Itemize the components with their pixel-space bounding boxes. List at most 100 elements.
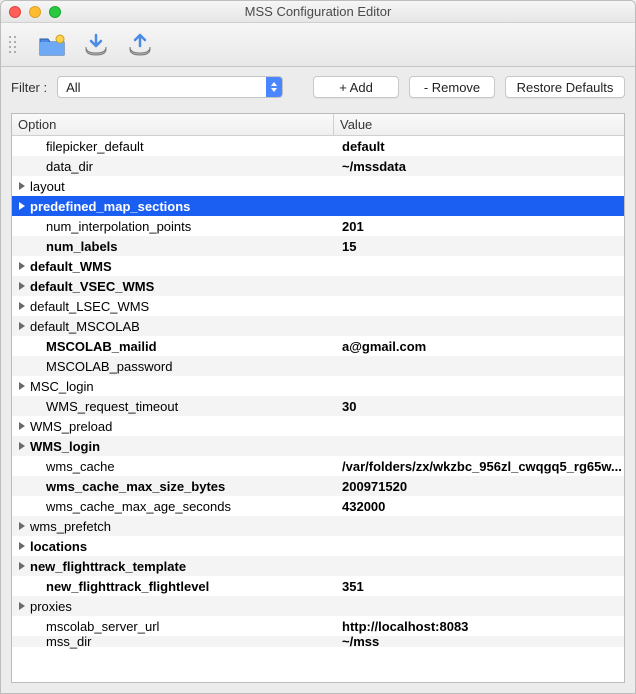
tree-rows: filepicker_defaultdefaultdata_dir~/mssda… bbox=[12, 136, 624, 682]
cell-option: num_interpolation_points bbox=[12, 219, 334, 234]
disclosure-triangle-icon[interactable] bbox=[16, 421, 28, 431]
column-header-value[interactable]: Value bbox=[334, 114, 624, 135]
tree-row[interactable]: wms_cache/var/folders/zx/wkzbc_956zl_cwq… bbox=[12, 456, 624, 476]
disclosure-triangle-icon[interactable] bbox=[16, 561, 28, 571]
disclosure-triangle-icon[interactable] bbox=[16, 281, 28, 291]
toolbar bbox=[1, 23, 635, 67]
close-window-button[interactable] bbox=[9, 6, 21, 18]
tree-row[interactable]: MSC_login bbox=[12, 376, 624, 396]
value-label: 351 bbox=[334, 579, 624, 594]
import-icon[interactable] bbox=[82, 31, 110, 59]
disclosure-triangle-icon[interactable] bbox=[16, 181, 28, 191]
option-label: num_labels bbox=[46, 239, 118, 254]
tree-row[interactable]: WMS_request_timeout30 bbox=[12, 396, 624, 416]
cell-option: wms_prefetch bbox=[12, 519, 334, 534]
tree-row[interactable]: default_LSEC_WMS bbox=[12, 296, 624, 316]
tree-row[interactable]: new_flighttrack_flightlevel 351 bbox=[12, 576, 624, 596]
cell-option: MSC_login bbox=[12, 379, 334, 394]
tree-row[interactable]: layout bbox=[12, 176, 624, 196]
tree-row[interactable]: default_WMS bbox=[12, 256, 624, 276]
cell-option: wms_cache bbox=[12, 459, 334, 474]
option-label: mscolab_server_url bbox=[46, 619, 159, 634]
option-label: WMS_login bbox=[30, 439, 100, 454]
tree-row[interactable]: WMS_preload bbox=[12, 416, 624, 436]
tree-row[interactable]: default_VSEC_WMS bbox=[12, 276, 624, 296]
tree-row[interactable]: wms_cache_max_age_seconds432000 bbox=[12, 496, 624, 516]
tree-row[interactable]: predefined_map_sections bbox=[12, 196, 624, 216]
disclosure-triangle-icon[interactable] bbox=[16, 381, 28, 391]
add-button[interactable]: + Add bbox=[313, 76, 399, 98]
filter-select[interactable]: All bbox=[57, 76, 283, 98]
value-label: 200971520 bbox=[334, 479, 624, 494]
value-label: /var/folders/zx/wkzbc_956zl_cwqgq5_rg65w… bbox=[334, 459, 624, 474]
folder-new-icon[interactable] bbox=[38, 31, 66, 59]
cell-option: default_VSEC_WMS bbox=[12, 279, 334, 294]
tree-row[interactable]: MSCOLAB_password bbox=[12, 356, 624, 376]
disclosure-triangle-icon[interactable] bbox=[16, 301, 28, 311]
minimize-window-button[interactable] bbox=[29, 6, 41, 18]
option-label: WMS_preload bbox=[30, 419, 112, 434]
disclosure-triangle-icon[interactable] bbox=[16, 541, 28, 551]
cell-option: WMS_login bbox=[12, 439, 334, 454]
option-label: default_VSEC_WMS bbox=[30, 279, 154, 294]
cell-option: wms_cache_max_age_seconds bbox=[12, 499, 334, 514]
traffic-lights bbox=[1, 6, 61, 18]
filter-row: Filter : All + Add - Remove Restore Defa… bbox=[1, 67, 635, 107]
option-label: wms_prefetch bbox=[30, 519, 111, 534]
tree-row[interactable]: data_dir ~/mssdata bbox=[12, 156, 624, 176]
remove-button[interactable]: - Remove bbox=[409, 76, 495, 98]
app-window: MSS Configuration Editor Filte bbox=[0, 0, 636, 694]
option-label: filepicker_default bbox=[46, 139, 144, 154]
disclosure-triangle-icon[interactable] bbox=[16, 441, 28, 451]
disclosure-triangle-icon[interactable] bbox=[16, 201, 28, 211]
cell-option: data_dir bbox=[12, 159, 334, 174]
tree-row[interactable]: wms_prefetch bbox=[12, 516, 624, 536]
tree-row[interactable]: MSCOLAB_mailida@gmail.com bbox=[12, 336, 624, 356]
tree-row[interactable]: default_MSCOLAB bbox=[12, 316, 624, 336]
chevron-up-down-icon bbox=[266, 77, 282, 97]
disclosure-triangle-icon[interactable] bbox=[16, 261, 28, 271]
option-label: wms_cache_max_age_seconds bbox=[46, 499, 231, 514]
tree-row[interactable]: mss_dir~/mss bbox=[12, 636, 624, 647]
toolbar-handle-icon bbox=[9, 36, 16, 53]
cell-option: wms_cache_max_size_bytes bbox=[12, 479, 334, 494]
cell-option: default_MSCOLAB bbox=[12, 319, 334, 334]
config-tree: Option Value filepicker_defaultdefaultda… bbox=[11, 113, 625, 683]
disclosure-triangle-icon[interactable] bbox=[16, 521, 28, 531]
tree-row[interactable]: locations bbox=[12, 536, 624, 556]
tree-row[interactable]: filepicker_defaultdefault bbox=[12, 136, 624, 156]
value-label: 30 bbox=[334, 399, 624, 414]
column-header-option[interactable]: Option bbox=[12, 114, 334, 135]
cell-option: WMS_preload bbox=[12, 419, 334, 434]
tree-row[interactable]: WMS_login bbox=[12, 436, 624, 456]
value-label: ~/mss bbox=[334, 634, 624, 649]
option-label: new_flighttrack_flightlevel bbox=[46, 579, 209, 594]
tree-row[interactable]: num_labels15 bbox=[12, 236, 624, 256]
option-label: data_dir bbox=[46, 159, 93, 174]
window-title: MSS Configuration Editor bbox=[1, 4, 635, 19]
cell-option: proxies bbox=[12, 599, 334, 614]
cell-option: default_WMS bbox=[12, 259, 334, 274]
cell-option: MSCOLAB_mailid bbox=[12, 339, 334, 354]
disclosure-triangle-icon[interactable] bbox=[16, 321, 28, 331]
value-label: ~/mssdata bbox=[334, 159, 624, 174]
tree-row[interactable]: new_flighttrack_template bbox=[12, 556, 624, 576]
option-label: wms_cache bbox=[46, 459, 115, 474]
cell-option: num_labels bbox=[12, 239, 334, 254]
tree-row[interactable]: wms_cache_max_size_bytes200971520 bbox=[12, 476, 624, 496]
export-icon[interactable] bbox=[126, 31, 154, 59]
cell-option: WMS_request_timeout bbox=[12, 399, 334, 414]
option-label: MSCOLAB_mailid bbox=[46, 339, 157, 354]
option-label: new_flighttrack_template bbox=[30, 559, 186, 574]
cell-option: mss_dir bbox=[12, 634, 334, 649]
cell-option: predefined_map_sections bbox=[12, 199, 334, 214]
cell-option: locations bbox=[12, 539, 334, 554]
zoom-window-button[interactable] bbox=[49, 6, 61, 18]
tree-row[interactable]: mscolab_server_urlhttp://localhost:8083 bbox=[12, 616, 624, 636]
tree-row[interactable]: num_interpolation_points201 bbox=[12, 216, 624, 236]
option-label: locations bbox=[30, 539, 87, 554]
tree-row[interactable]: proxies bbox=[12, 596, 624, 616]
disclosure-triangle-icon[interactable] bbox=[16, 601, 28, 611]
option-label: predefined_map_sections bbox=[30, 199, 190, 214]
restore-defaults-button[interactable]: Restore Defaults bbox=[505, 76, 625, 98]
